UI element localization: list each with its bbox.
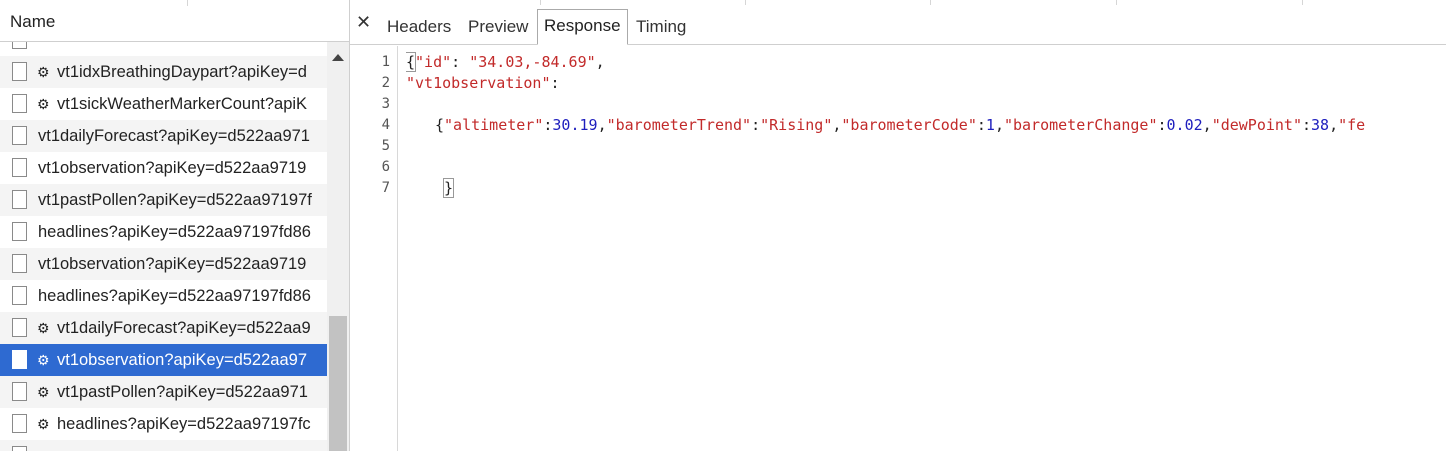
json-key: "altimeter" xyxy=(444,116,544,134)
gear-icon: ⚙ xyxy=(37,96,50,112)
request-row[interactable]: ⚙ vt1pastPollen?apiKey=d522aa971 xyxy=(0,376,327,408)
request-row[interactable]: ⚙ vt1observation?apiKey=d522aa97 xyxy=(0,344,327,376)
json-key: "barometerTrend" xyxy=(606,116,752,134)
request-name: vt1observation?apiKey=d522aa9719 xyxy=(38,255,307,273)
request-row[interactable]: headlines?apiKey=d522aa97197fd86 xyxy=(0,280,327,312)
json-string-value: "34.03,-84.69" xyxy=(469,53,596,71)
close-brace: } xyxy=(442,178,455,198)
gear-icon: ⚙ xyxy=(37,384,50,400)
json-comma: , xyxy=(595,53,605,71)
json-key: "id" xyxy=(415,53,452,71)
row-checkbox[interactable] xyxy=(12,350,27,369)
column-divider xyxy=(745,0,746,5)
json-number-value: 1 xyxy=(985,116,995,134)
request-name: vt1dailyForecast?apiKey=d522aa9 xyxy=(57,319,311,337)
json-key: "barometerCode" xyxy=(841,116,977,134)
request-row[interactable]: headlines?apiKey=d522aa97197fd86 xyxy=(0,216,327,248)
column-divider xyxy=(1116,0,1117,5)
request-row[interactable]: vt1pastPollen?apiKey=d522aa97197f xyxy=(0,184,327,216)
row-checkbox[interactable] xyxy=(12,94,27,113)
request-name: vt1observation?apiKey=d522aa97 xyxy=(57,351,307,369)
json-key: "barometerChange" xyxy=(1003,116,1158,134)
line-number: 7 xyxy=(381,180,390,196)
request-row[interactable]: ⚙ vt1dailyForecast?apiKey=d522aa9 xyxy=(0,312,327,344)
gear-icon: ⚙ xyxy=(37,64,50,80)
open-brace: { xyxy=(406,52,417,72)
request-row[interactable]: vt1observation?apiKey=d522aa9719 xyxy=(0,152,327,184)
column-divider xyxy=(930,0,931,5)
close-icon[interactable]: ✕ xyxy=(356,12,371,33)
row-checkbox[interactable] xyxy=(12,318,27,337)
code-line-1: {"id": "34.03,-84.69", xyxy=(406,52,605,73)
request-row[interactable]: ⚙ vt1idxBreathingDaypart?apiKey=d xyxy=(0,56,327,88)
code-line-7: } xyxy=(442,178,455,199)
request-name: headlines?apiKey=d522aa97197fc xyxy=(57,415,311,433)
row-checkbox[interactable] xyxy=(12,62,27,81)
line-number: 5 xyxy=(381,138,390,154)
line-number: 4 xyxy=(381,117,390,133)
request-name: vt1pastPollen?apiKey=d522aa97197f xyxy=(38,191,312,209)
row-checkbox[interactable] xyxy=(12,158,27,177)
scrollbar-thumb[interactable] xyxy=(329,316,347,451)
request-name: vt1observation?apiKey=d522aa9719 xyxy=(38,159,307,177)
partial-list-item[interactable] xyxy=(0,42,327,56)
json-number-value: 0.02 xyxy=(1166,116,1203,134)
request-name: vt1sickWeatherMarkerCount?apiK xyxy=(57,95,308,113)
response-code-view[interactable]: {"id": "34.03,-84.69", "vt1observation":… xyxy=(406,46,1446,451)
request-row[interactable]: ⚙ headlines?apiKey=d522aa97197fc xyxy=(0,408,327,440)
request-name: vt1pastPollen?apiKey=d522aa971 xyxy=(57,383,308,401)
open-brace: { xyxy=(435,116,445,134)
scroll-up-arrow-icon[interactable] xyxy=(332,54,344,61)
request-name: vt1dailyForecast?apiKey=d522aa971 xyxy=(38,127,310,145)
request-row[interactable]: vt1dailyForecast?apiKey=d522aa971 xyxy=(0,120,327,152)
request-name: headlines?apiKey=d522aa97197fd86 xyxy=(38,287,311,305)
line-number: 6 xyxy=(381,159,390,175)
request-name: vt1idxBreathingDaypart?apiKey=d xyxy=(57,63,307,81)
json-number-value: 30.19 xyxy=(552,116,598,134)
tab-preview[interactable]: Preview xyxy=(462,10,534,44)
row-checkbox[interactable] xyxy=(12,382,27,401)
code-line-2: "vt1observation": xyxy=(406,73,560,94)
json-colon: : xyxy=(550,74,560,92)
json-number-value: 38 xyxy=(1311,116,1330,134)
row-checkbox[interactable] xyxy=(12,286,27,305)
request-list-panel: Name ⚙ vt1idxBreathingDaypart?apiKey=d ⚙ vt… xyxy=(0,0,350,451)
gear-icon: ⚙ xyxy=(37,416,50,432)
tab-timing[interactable]: Timing xyxy=(630,10,692,44)
tab-headers[interactable]: Headers xyxy=(381,10,457,44)
gear-icon: ⚙ xyxy=(37,352,50,368)
json-colon: : xyxy=(451,53,470,71)
tab-response[interactable]: Response xyxy=(537,9,628,45)
partial-list-item[interactable] xyxy=(0,440,327,451)
detail-tabbar: ✕ Headers Preview Response Timing xyxy=(350,0,1446,45)
column-divider xyxy=(540,0,541,5)
code-line-4: {"altimeter":30.19,"barometerTrend":"Ris… xyxy=(435,116,1366,134)
request-row[interactable]: vt1observation?apiKey=d522aa9719 xyxy=(0,248,327,280)
line-number-gutter: 1 2 3 4 5 6 7 xyxy=(350,46,398,451)
row-checkbox[interactable] xyxy=(12,446,27,451)
row-checkbox[interactable] xyxy=(12,254,27,273)
row-checkbox[interactable] xyxy=(12,126,27,145)
line-number: 2 xyxy=(381,75,390,91)
details-panel: ✕ Headers Preview Response Timing 1 2 3 … xyxy=(350,0,1446,451)
request-name: headlines?apiKey=d522aa97197fd86 xyxy=(38,223,311,241)
vertical-scrollbar[interactable] xyxy=(327,42,349,451)
row-checkbox[interactable] xyxy=(12,414,27,433)
json-key: "fe xyxy=(1338,116,1366,134)
name-column-label: Name xyxy=(10,12,56,31)
json-string-value: "Rising" xyxy=(760,116,833,134)
row-checkbox[interactable] xyxy=(12,42,27,49)
line-number: 3 xyxy=(381,96,390,112)
row-checkbox[interactable] xyxy=(12,222,27,241)
request-row[interactable]: ⚙ vt1sickWeatherMarkerCount?apiK xyxy=(0,88,327,120)
line-number: 1 xyxy=(381,54,390,70)
row-checkbox[interactable] xyxy=(12,190,27,209)
name-column-header[interactable]: Name xyxy=(0,0,349,42)
column-divider xyxy=(1302,0,1303,5)
column-divider xyxy=(187,0,188,6)
json-key: "vt1observation" xyxy=(406,74,551,92)
request-list: ⚙ vt1idxBreathingDaypart?apiKey=d ⚙ vt1sick… xyxy=(0,42,327,451)
json-key: "dewPoint" xyxy=(1211,116,1302,134)
gear-icon: ⚙ xyxy=(37,320,50,336)
